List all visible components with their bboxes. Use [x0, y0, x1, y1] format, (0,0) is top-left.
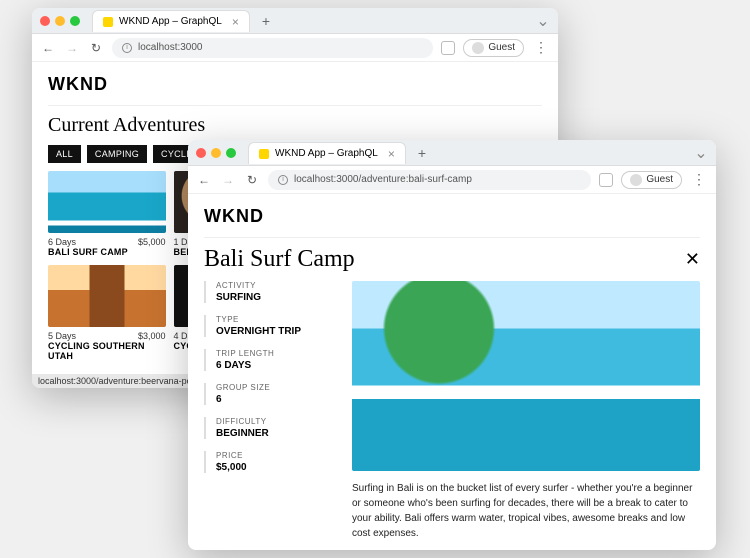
card-thumbnail [48, 171, 166, 233]
page-title: Bali Surf Camp [204, 246, 355, 273]
avatar-icon [630, 174, 642, 186]
url-text: localhost:3000/adventure:bali-surf-camp [294, 174, 472, 185]
meta-item-activity: ACTIVITY SURFING [204, 281, 334, 303]
titlebar: WKND App – GraphQL × + ⌄ [188, 140, 716, 166]
minimize-window-icon[interactable] [211, 148, 221, 158]
profile-label: Guest [646, 174, 673, 185]
new-tab-button[interactable]: + [412, 145, 432, 161]
forward-button[interactable]: → [64, 41, 80, 55]
card-meta-row: 6 Days $5,000 [48, 237, 166, 247]
meta-item-trip-length: TRIP LENGTH 6 DAYS [204, 349, 334, 371]
window-chevron-icon[interactable]: ⌄ [536, 11, 550, 31]
address-bar: ← → ↻ i localhost:3000 Guest ⋮ [32, 34, 558, 62]
adventure-card[interactable]: 5 Days $3,000CYCLING SOUTHERN UTAH [48, 265, 166, 361]
meta-label: GROUP SIZE [216, 383, 334, 392]
divider [204, 237, 700, 238]
card-meta-row: 5 Days $3,000 [48, 331, 166, 341]
card-title: BALI SURF CAMP [48, 247, 166, 257]
url-input[interactable]: i localhost:3000 [112, 38, 433, 58]
maximize-window-icon[interactable] [70, 16, 80, 26]
browser-tab[interactable]: WKND App – GraphQL × [248, 142, 406, 164]
browser-tab[interactable]: WKND App – GraphQL × [92, 10, 250, 32]
browser-menu-icon[interactable]: ⋮ [690, 171, 708, 188]
reload-button[interactable]: ↻ [88, 41, 104, 55]
new-tab-button[interactable]: + [256, 13, 276, 29]
site-info-icon[interactable]: i [278, 175, 288, 185]
card-duration: 5 Days [48, 331, 76, 341]
meta-label: PRICE [216, 451, 334, 460]
minimize-window-icon[interactable] [55, 16, 65, 26]
meta-value: OVERNIGHT TRIP [216, 326, 334, 337]
meta-value: $5,000 [216, 462, 334, 473]
meta-item-group-size: GROUP SIZE 6 [204, 383, 334, 405]
content-column: Surfing in Bali is on the bucket list of… [352, 281, 700, 550]
tab-title: WKND App – GraphQL [119, 16, 222, 27]
description-paragraph: Surfing in Bali is on the bucket list of… [352, 481, 700, 541]
traffic-lights [196, 148, 236, 158]
site-info-icon[interactable]: i [122, 43, 132, 53]
window-chevron-icon[interactable]: ⌄ [694, 143, 708, 163]
tab-close-icon[interactable]: × [388, 147, 395, 161]
profile-button[interactable]: Guest [463, 39, 524, 57]
filter-chip-camping[interactable]: CAMPING [87, 145, 147, 163]
section-heading: Current Adventures [48, 114, 542, 137]
card-duration: 6 Days [48, 237, 76, 247]
forward-button[interactable]: → [220, 173, 236, 187]
card-price: $5,000 [138, 237, 166, 247]
tab-close-icon[interactable]: × [232, 15, 239, 29]
back-button[interactable]: ← [196, 173, 212, 187]
profile-button[interactable]: Guest [621, 171, 682, 189]
meta-item-price: PRICE $5,000 [204, 451, 334, 473]
card-price: $3,000 [138, 331, 166, 341]
card-thumbnail [48, 265, 166, 327]
url-input[interactable]: i localhost:3000/adventure:bali-surf-cam… [268, 170, 591, 190]
close-detail-icon[interactable]: ✕ [685, 249, 700, 270]
back-button[interactable]: ← [40, 41, 56, 55]
browser-menu-icon[interactable]: ⋮ [532, 39, 550, 56]
page-content: WKND Bali Surf Camp ✕ ACTIVITY SURFING TYP… [188, 194, 716, 550]
meta-value: 6 DAYS [216, 360, 334, 371]
address-bar: ← → ↻ i localhost:3000/adventure:bali-su… [188, 166, 716, 194]
meta-label: TYPE [216, 315, 334, 324]
divider [48, 105, 542, 106]
meta-item-type: TYPE OVERNIGHT TRIP [204, 315, 334, 337]
hero-image [352, 281, 700, 471]
meta-label: ACTIVITY [216, 281, 334, 290]
browser-window-detail: WKND App – GraphQL × + ⌄ ← → ↻ i localho… [188, 140, 716, 550]
extensions-icon[interactable] [441, 41, 455, 55]
traffic-lights [40, 16, 80, 26]
avatar-icon [472, 42, 484, 54]
site-logo[interactable]: WKND [204, 206, 700, 227]
filter-chip-all[interactable]: ALL [48, 145, 81, 163]
adventure-card[interactable]: 6 Days $5,000BALI SURF CAMP [48, 171, 166, 257]
titlebar: WKND App – GraphQL × + ⌄ [32, 8, 558, 34]
site-logo[interactable]: WKND [48, 74, 542, 95]
maximize-window-icon[interactable] [226, 148, 236, 158]
tab-title: WKND App – GraphQL [275, 148, 378, 159]
card-title: CYCLING SOUTHERN UTAH [48, 341, 166, 361]
favicon-icon [259, 149, 269, 159]
close-window-icon[interactable] [196, 148, 206, 158]
extensions-icon[interactable] [599, 173, 613, 187]
meta-sidebar: ACTIVITY SURFING TYPE OVERNIGHT TRIP TRIP LE… [204, 281, 334, 550]
meta-label: DIFFICULTY [216, 417, 334, 426]
meta-value: BEGINNER [216, 428, 334, 439]
close-window-icon[interactable] [40, 16, 50, 26]
profile-label: Guest [488, 42, 515, 53]
reload-button[interactable]: ↻ [244, 173, 260, 187]
meta-label: TRIP LENGTH [216, 349, 334, 358]
url-text: localhost:3000 [138, 42, 203, 53]
favicon-icon [103, 17, 113, 27]
meta-item-difficulty: DIFFICULTY BEGINNER [204, 417, 334, 439]
meta-value: 6 [216, 394, 334, 405]
meta-value: SURFING [216, 292, 334, 303]
